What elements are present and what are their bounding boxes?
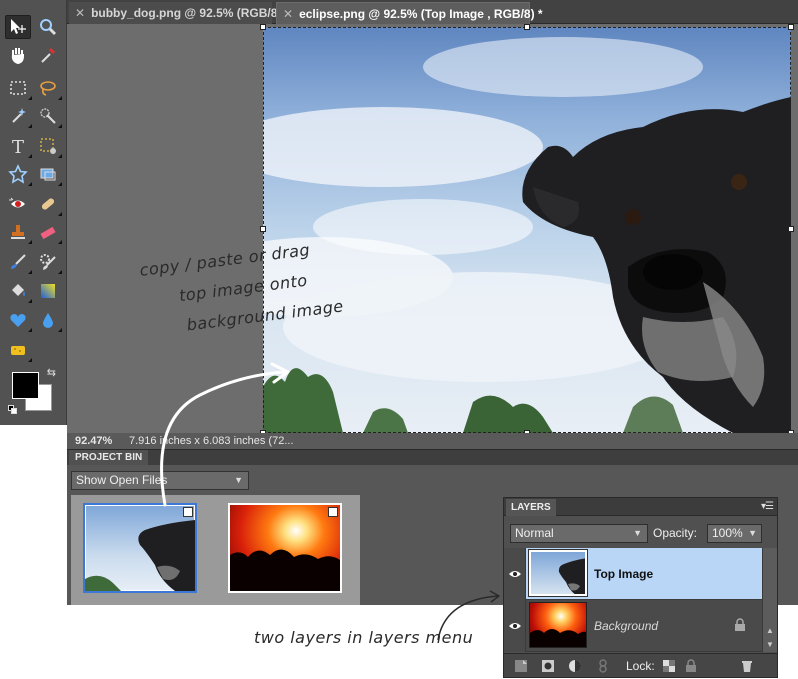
lasso-tool-icon[interactable] <box>35 76 62 100</box>
crop-tool-icon[interactable] <box>35 134 62 158</box>
blend-mode-value: Normal <box>515 526 554 540</box>
tab-label: eclipse.png @ 92.5% (Top Image , RGB/8) … <box>299 6 543 21</box>
layers-panel: LAYERS ▾☰ Normal ▼ Opacity: 100% ▼ Top I… <box>503 497 778 678</box>
toolbox: T ⇆ <box>0 0 67 425</box>
layer-thumbnail <box>529 602 587 648</box>
document-tab-bar: ✕ bubby_dog.png @ 92.5% (RGB/8) * ✕ ecli… <box>67 0 798 24</box>
eraser-tool-icon[interactable] <box>35 220 62 244</box>
thumbnail-badge-icon <box>328 507 338 517</box>
blend-mode-select[interactable]: Normal ▼ <box>510 524 648 543</box>
marquee-tool-icon[interactable] <box>5 76 32 100</box>
trash-icon[interactable] <box>740 659 754 673</box>
scroll-up-icon[interactable]: ▲ <box>765 626 775 636</box>
new-layer-icon[interactable] <box>514 659 528 673</box>
visibility-toggle[interactable] <box>504 548 526 600</box>
default-colors-icon[interactable] <box>8 405 17 414</box>
layer-thumbnail <box>528 549 588 597</box>
tab-bubby-dog[interactable]: ✕ bubby_dog.png @ 92.5% (RGB/8) * <box>69 2 289 24</box>
sponge-tool-icon[interactable] <box>5 338 32 362</box>
svg-text:T: T <box>12 137 24 156</box>
document-dimensions: 7.916 inches x 6.083 inches (72... <box>129 435 294 447</box>
layers-panel-title[interactable]: LAYERS <box>506 499 556 516</box>
project-bin-header: PROJECT BIN <box>67 449 798 466</box>
close-icon[interactable]: ✕ <box>75 6 85 20</box>
layer-mask-icon[interactable] <box>541 659 555 673</box>
opacity-value: 100% <box>712 526 743 540</box>
opacity-field[interactable]: 100% ▼ <box>707 524 762 543</box>
adjustment-layer-icon[interactable] <box>568 659 582 673</box>
layer-list: Top Image Background <box>504 548 762 652</box>
recompose-tool-icon[interactable] <box>35 162 62 186</box>
tab-eclipse[interactable]: ✕ eclipse.png @ 92.5% (Top Image , RGB/8… <box>276 2 543 24</box>
move-tool-icon[interactable] <box>5 15 31 39</box>
paint-bucket-tool-icon[interactable] <box>5 279 32 303</box>
eye-icon <box>508 571 521 577</box>
chevron-down-icon: ▼ <box>748 528 757 538</box>
layers-panel-header: LAYERS ▾☰ <box>504 498 777 516</box>
panel-menu-icon[interactable]: ▾☰ <box>761 501 774 512</box>
bin-thumbnail-bubby-dog[interactable] <box>83 503 197 593</box>
magic-wand-tool-icon[interactable] <box>5 104 32 128</box>
zoom-readout[interactable]: 92.47% <box>67 435 127 447</box>
tab-label: bubby_dog.png @ 92.5% (RGB/8) * <box>91 6 290 20</box>
quick-selection-tool-icon[interactable] <box>35 104 62 128</box>
zoom-tool-icon[interactable] <box>35 15 61 39</box>
link-layers-icon[interactable] <box>596 659 610 673</box>
bin-thumbnails <box>71 495 360 605</box>
layer-row-background[interactable]: Background <box>504 600 762 652</box>
type-tool-icon[interactable]: T <box>5 134 32 158</box>
spot-healing-tool-icon[interactable] <box>35 192 62 216</box>
eyedropper-tool-icon[interactable] <box>35 43 61 67</box>
project-bin-tab[interactable]: PROJECT BIN <box>69 450 149 466</box>
layers-scrollbar[interactable]: ▲ ▼ <box>762 548 777 652</box>
custom-shape-tool-icon[interactable] <box>5 162 32 186</box>
eye-icon <box>508 623 521 629</box>
chevron-down-icon: ▼ <box>234 475 243 485</box>
layer-row-top-image[interactable]: Top Image <box>504 548 762 600</box>
smart-brush-tool-icon[interactable] <box>35 250 62 274</box>
gradient-tool-icon[interactable] <box>35 279 61 303</box>
red-eye-tool-icon[interactable] <box>5 192 31 216</box>
lock-icon <box>735 618 745 631</box>
annotation-layers-note: two layers in layers menu <box>254 628 474 647</box>
lock-transparency-icon[interactable] <box>662 659 676 673</box>
layer-name[interactable]: Top Image <box>594 548 653 600</box>
shape-tool-icon[interactable] <box>5 308 32 332</box>
lock-label: Lock: <box>626 659 655 673</box>
clone-stamp-tool-icon[interactable] <box>5 220 32 244</box>
lock-all-icon[interactable] <box>684 659 698 673</box>
foreground-color-swatch[interactable] <box>12 372 39 399</box>
swap-colors-icon[interactable]: ⇆ <box>47 366 56 379</box>
layers-footer: Lock: <box>504 653 777 677</box>
color-swatches: ⇆ <box>8 366 58 416</box>
bin-thumbnail-eclipse[interactable] <box>228 503 342 593</box>
close-icon[interactable]: ✕ <box>283 7 293 21</box>
bin-view-select[interactable]: Show Open Files ▼ <box>71 471 249 490</box>
canvas-area[interactable] <box>67 24 798 436</box>
hand-tool-icon[interactable] <box>5 43 31 67</box>
chevron-down-icon: ▼ <box>633 528 642 538</box>
scroll-down-icon[interactable]: ▼ <box>765 640 775 650</box>
brush-tool-icon[interactable] <box>5 250 32 274</box>
thumbnail-badge-icon <box>183 507 193 517</box>
status-bar: 92.47% 7.916 inches x 6.083 inches (72..… <box>67 433 798 449</box>
blur-tool-icon[interactable] <box>35 308 62 332</box>
opacity-label: Opacity: <box>653 526 698 540</box>
visibility-toggle[interactable] <box>504 600 526 652</box>
layer-name[interactable]: Background <box>594 600 658 652</box>
bin-view-value: Show Open Files <box>76 473 168 487</box>
